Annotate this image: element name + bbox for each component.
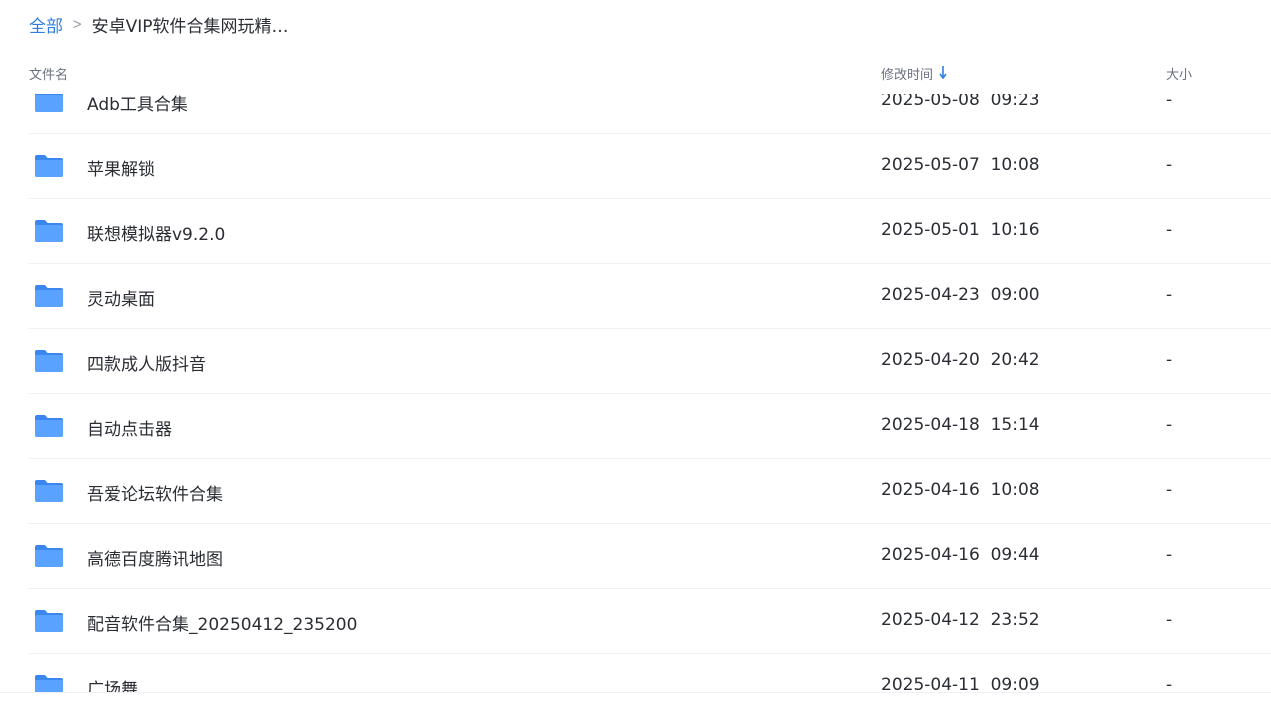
file-modified-time: 2025-04-23 09:00	[881, 285, 1040, 305]
folder-icon-svg	[35, 415, 63, 437]
folder-icon	[34, 674, 64, 692]
file-size: -	[1166, 94, 1173, 110]
file-size: -	[1166, 675, 1173, 692]
file-modified-time: 2025-04-16 10:08	[881, 480, 1040, 500]
folder-icon	[34, 479, 64, 503]
file-row[interactable]: 广场舞 2025-04-11 09:09 -	[29, 654, 1271, 692]
folder-icon	[34, 154, 64, 178]
file-list-rows: Adb工具合集 2025-05-08 09:23 - 苹果解锁 2025-05-…	[29, 94, 1271, 692]
file-modified-time: 2025-05-07 10:08	[881, 155, 1040, 175]
file-name[interactable]: Adb工具合集	[87, 94, 188, 115]
list-bottom-divider	[0, 692, 1271, 693]
column-header-size[interactable]: 大小	[1166, 64, 1192, 83]
file-row[interactable]: 高德百度腾讯地图 2025-04-16 09:44 -	[29, 524, 1271, 589]
file-list[interactable]: Adb工具合集 2025-05-08 09:23 - 苹果解锁 2025-05-…	[29, 94, 1271, 692]
breadcrumb-current-folder: 安卓VIP软件合集网玩精…	[91, 16, 289, 37]
file-row[interactable]: 联想模拟器v9.2.0 2025-05-01 10:16 -	[29, 199, 1271, 264]
file-size: -	[1166, 220, 1173, 240]
file-modified-time: 2025-04-12 23:52	[881, 610, 1040, 630]
file-modified-time: 2025-04-11 09:09	[881, 675, 1040, 692]
file-name[interactable]: 吾爱论坛软件合集	[87, 480, 223, 505]
column-header-time[interactable]: 修改时间	[881, 64, 947, 83]
file-size: -	[1166, 285, 1173, 305]
file-modified-time: 2025-05-01 10:16	[881, 220, 1040, 240]
file-name[interactable]: 高德百度腾讯地图	[87, 545, 223, 570]
folder-icon-svg	[35, 675, 63, 692]
file-list-header: 文件名 修改时间 大小	[29, 58, 1271, 86]
folder-icon	[34, 544, 64, 568]
file-row[interactable]: 吾爱论坛软件合集 2025-04-16 10:08 -	[29, 459, 1271, 524]
file-name[interactable]: 灵动桌面	[87, 285, 155, 310]
file-name[interactable]: 苹果解锁	[87, 155, 155, 180]
file-size: -	[1166, 545, 1173, 565]
folder-icon-svg	[35, 350, 63, 372]
folder-icon-svg	[35, 220, 63, 242]
folder-icon	[34, 609, 64, 633]
chevron-right-icon: >	[72, 15, 83, 33]
folder-icon-svg	[35, 545, 63, 567]
file-row[interactable]: 自动点击器 2025-04-18 15:14 -	[29, 394, 1271, 459]
file-modified-time: 2025-05-08 09:23	[881, 94, 1040, 110]
file-name[interactable]: 自动点击器	[87, 415, 172, 440]
file-name[interactable]: 广场舞	[87, 675, 138, 692]
file-row[interactable]: 苹果解锁 2025-05-07 10:08 -	[29, 134, 1271, 199]
file-modified-time: 2025-04-18 15:14	[881, 415, 1040, 435]
folder-icon-svg	[35, 155, 63, 177]
file-size: -	[1166, 155, 1173, 175]
file-row[interactable]: Adb工具合集 2025-05-08 09:23 -	[29, 94, 1271, 134]
arrow-down-icon-svg	[939, 65, 947, 79]
folder-icon-svg	[35, 94, 63, 112]
file-name[interactable]: 四款成人版抖音	[87, 350, 206, 375]
file-size: -	[1166, 415, 1173, 435]
file-size: -	[1166, 480, 1173, 500]
breadcrumb: 全部 > 安卓VIP软件合集网玩精…	[29, 12, 289, 37]
folder-icon-svg	[35, 285, 63, 307]
arrow-down-icon[interactable]	[939, 65, 947, 82]
file-size: -	[1166, 350, 1173, 370]
file-modified-time: 2025-04-20 20:42	[881, 350, 1040, 370]
folder-icon	[34, 414, 64, 438]
folder-icon-svg	[35, 610, 63, 632]
file-row[interactable]: 配音软件合集_20250412_235200 2025-04-12 23:52 …	[29, 589, 1271, 654]
column-header-name[interactable]: 文件名	[29, 64, 68, 83]
folder-icon	[34, 349, 64, 373]
breadcrumb-root-link[interactable]: 全部	[29, 12, 63, 37]
column-header-time-label: 修改时间	[881, 68, 934, 83]
file-name[interactable]: 联想模拟器v9.2.0	[87, 220, 225, 245]
file-browser: 全部 > 安卓VIP软件合集网玩精… 文件名 修改时间 大小 Adb工具合集 2…	[0, 0, 1271, 706]
folder-icon	[34, 284, 64, 308]
file-modified-time: 2025-04-16 09:44	[881, 545, 1040, 565]
folder-icon	[34, 219, 64, 243]
folder-icon-svg	[35, 480, 63, 502]
folder-icon	[34, 94, 64, 113]
file-row[interactable]: 灵动桌面 2025-04-23 09:00 -	[29, 264, 1271, 329]
file-name[interactable]: 配音软件合集_20250412_235200	[87, 610, 357, 635]
file-row[interactable]: 四款成人版抖音 2025-04-20 20:42 -	[29, 329, 1271, 394]
file-size: -	[1166, 610, 1173, 630]
